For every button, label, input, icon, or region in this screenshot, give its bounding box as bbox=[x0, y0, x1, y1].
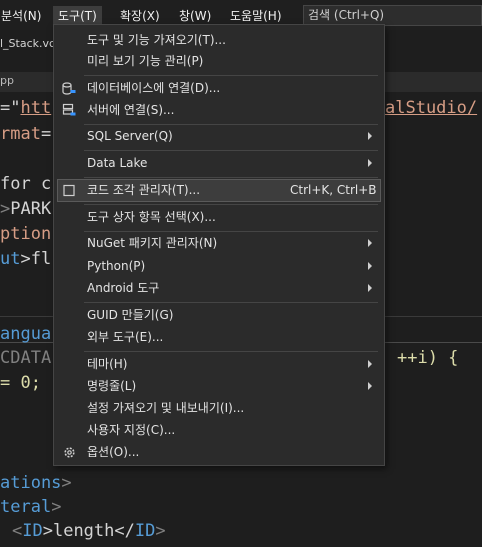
menu-item-import-export-settings[interactable]: 설정 가져오기 및 내보내기(I)... bbox=[58, 398, 380, 419]
menu-item-code-snippets-manager[interactable]: 코드 조각 관리자(T)... Ctrl+K, Ctrl+B bbox=[57, 179, 381, 202]
code-line: teral> bbox=[0, 497, 62, 517]
code-line: <ID>length</ID> bbox=[12, 521, 166, 541]
menu-item-android-tools[interactable]: Android 도구 bbox=[58, 278, 380, 299]
shortcut-label: Ctrl+K, Ctrl+B bbox=[290, 183, 377, 197]
menu-separator bbox=[84, 231, 378, 232]
menu-item-nuget[interactable]: NuGet 패키지 관리자(N) bbox=[58, 233, 380, 254]
menu-analyze[interactable]: 분석(N) bbox=[0, 6, 46, 26]
menu-item-create-guid[interactable]: GUID 만들기(G) bbox=[58, 305, 380, 326]
gear-icon bbox=[62, 445, 77, 460]
menu-item-theme[interactable]: 테마(H) bbox=[58, 354, 380, 375]
code-line: = 0; bbox=[0, 373, 41, 393]
menu-separator bbox=[84, 204, 378, 205]
menu-separator bbox=[84, 75, 378, 76]
menu-item-sql-server[interactable]: SQL Server(Q) bbox=[58, 126, 380, 147]
menu-separator bbox=[84, 351, 378, 352]
code-line: for c bbox=[0, 174, 52, 194]
code-line: alStudio/ bbox=[385, 98, 478, 118]
code-line: ut>fl bbox=[0, 249, 52, 269]
code-line: ++i) { bbox=[397, 348, 459, 368]
menu-item-preview-features[interactable]: 미리 보기 기능 관리(P) bbox=[58, 51, 380, 72]
code-line: ption bbox=[0, 224, 52, 244]
submenu-arrow-icon bbox=[368, 159, 372, 167]
menu-item-options[interactable]: 옵션(O)... bbox=[58, 442, 380, 463]
menu-item-choose-toolbox-items[interactable]: 도구 상자 항목 선택(X)... bbox=[58, 207, 380, 228]
menu-extensions[interactable]: 확장(X) bbox=[115, 6, 165, 26]
menu-window[interactable]: 창(W) bbox=[174, 6, 216, 26]
search-box[interactable]: 검색 (Ctrl+Q) bbox=[303, 5, 482, 26]
submenu-arrow-icon bbox=[368, 360, 372, 368]
database-icon bbox=[62, 81, 77, 96]
code-line: ations> bbox=[0, 473, 72, 493]
menu-help[interactable]: 도움말(H) bbox=[225, 6, 287, 26]
menu-item-connect-database[interactable]: 데이터베이스에 연결(D)... bbox=[58, 78, 380, 99]
menu-separator bbox=[84, 177, 378, 178]
menu-separator bbox=[84, 124, 378, 125]
menu-item-data-lake[interactable]: Data Lake bbox=[58, 153, 380, 174]
submenu-arrow-icon bbox=[368, 239, 372, 247]
tools-menu: 도구 및 기능 가져오기(T)... 미리 보기 기능 관리(P) 데이터베이스… bbox=[53, 24, 385, 466]
code-line: ="htt bbox=[0, 98, 52, 118]
menu-item-customize[interactable]: 사용자 지정(C)... bbox=[58, 420, 380, 441]
code-line: >PARK bbox=[0, 199, 52, 219]
project-label: pp bbox=[0, 74, 14, 87]
server-icon bbox=[62, 103, 77, 118]
menu-tools[interactable]: 도구(T) bbox=[53, 6, 102, 26]
submenu-arrow-icon bbox=[368, 284, 372, 292]
submenu-arrow-icon bbox=[368, 132, 372, 140]
menu-separator bbox=[84, 150, 378, 151]
submenu-arrow-icon bbox=[368, 262, 372, 270]
menu-separator bbox=[84, 302, 378, 303]
menu-item-command-line[interactable]: 명령줄(L) bbox=[58, 376, 380, 397]
menu-item-connect-server[interactable]: 서버에 연결(S)... bbox=[58, 100, 380, 121]
code-line: CDATA bbox=[0, 348, 52, 368]
code-line: rmat= bbox=[0, 124, 52, 144]
menu-item-python[interactable]: Python(P) bbox=[58, 256, 380, 277]
code-line: angua bbox=[0, 324, 52, 344]
snippet-icon bbox=[62, 183, 77, 198]
menu-item-external-tools[interactable]: 외부 도구(E)... bbox=[58, 327, 380, 348]
menu-item-get-tools[interactable]: 도구 및 기능 가져오기(T)... bbox=[58, 30, 380, 51]
submenu-arrow-icon bbox=[368, 382, 372, 390]
